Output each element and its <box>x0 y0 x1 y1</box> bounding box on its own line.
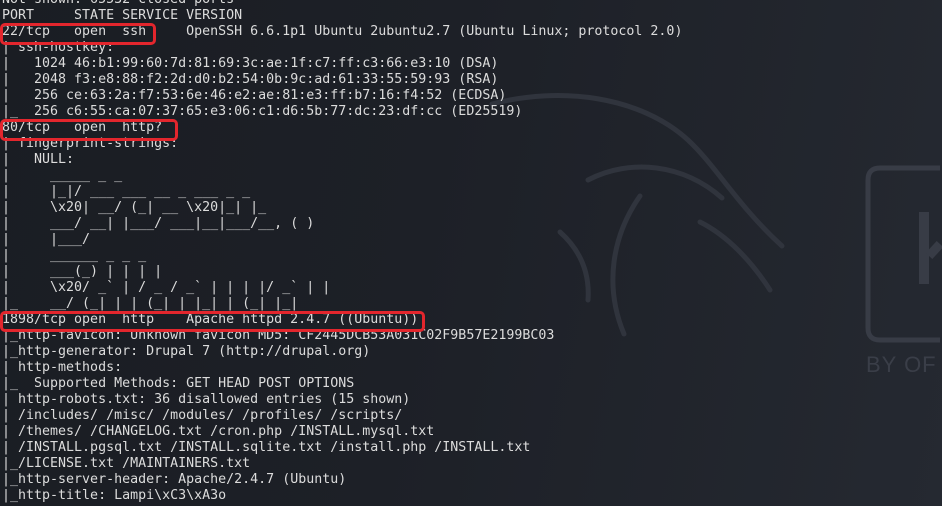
ascii-art-line: | \x20/ _` | / _ / _` | | | |/ _` | | <box>2 280 339 295</box>
hostkey-dsa-line: | 1024 46:b1:99:60:7d:81:69:3c:ae:1f:c7:… <box>2 56 499 71</box>
hostkey-rsa-line: | 2048 f3:e8:88:f2:2d:d0:b2:54:0b:9c:ad:… <box>2 72 499 87</box>
header-port: PORT <box>2 8 35 23</box>
header-state: STATE <box>74 8 115 23</box>
ascii-art-line: | ___(_) | | | | <box>2 264 171 279</box>
ascii-art-line: | ___/ __| |___/ ___|__|___/__, ( ) <box>2 216 323 231</box>
robots-entries-line: |_/LICENSE.txt /MAINTAINERS.txt <box>2 456 251 471</box>
http-server-header-line: |_http-server-header: Apache/2.4.7 (Ubun… <box>2 472 347 487</box>
fingerprint-null-line: | NULL: <box>2 152 83 167</box>
http-methods-line: | http-methods: <box>2 360 131 375</box>
http-generator-line: |_http-generator: Drupal 7 (http://drupa… <box>2 344 371 359</box>
port-table-header: PORT STATE SERVICE VERSION <box>2 8 932 24</box>
http-title-line: |_http-title: Lampi\xC3\xA3o <box>2 488 227 503</box>
header-service: SERVICE <box>122 8 179 23</box>
header-version: VERSION <box>186 8 243 23</box>
ascii-art-line: | |___/ <box>2 232 99 247</box>
ascii-art-line: |_ __/ (_| | | (_| | |_| | (_| |_| <box>2 296 299 311</box>
port-version: OpenSSH 6.6.1p1 Ubuntu 2ubuntu2.7 (Ubunt… <box>186 24 683 39</box>
http-robots-line: | http-robots.txt: 36 disallowed entries… <box>2 392 411 407</box>
hostkey-ecdsa-line: | 256 ce:63:2a:f7:53:6e:46:e2:ae:81:e3:f… <box>2 88 507 103</box>
highlight-box-ssh <box>0 23 156 45</box>
ascii-art-line: | ______ _ _ _ <box>2 248 155 263</box>
highlight-box-http-1898 <box>0 311 425 332</box>
ascii-art-line: | |_|/ ___ ___ __ _ ___ _ _ <box>2 184 259 199</box>
ascii-art-line: | \x20| __/ (_| __ \x20|_| |_ <box>2 200 275 215</box>
scan-summary: Not shown: 65532 closed ports <box>2 0 932 8</box>
hostkey-ed25519-line: |_ 256 c6:55:ca:07:37:65:e3:06:c1:d6:5b:… <box>2 104 523 119</box>
ascii-art-line: | _____ _ _ <box>2 168 131 183</box>
nmap-output: Not shown: 65532 closed ports PORT STATE S… <box>2 0 932 504</box>
robots-entries-line: | /themes/ /CHANGELOG.txt /cron.php /INS… <box>2 424 443 439</box>
robots-entries-line: | /includes/ /misc/ /modules/ /profiles/… <box>2 408 411 423</box>
supported-methods-line: |_ Supported Methods: GET HEAD POST OPTI… <box>2 376 355 391</box>
terminal-window[interactable]: BY OF Not shown: 65532 closed ports PORT… <box>0 0 942 506</box>
robots-entries-line: | /INSTALL.pgsql.txt /INSTALL.sqlite.txt… <box>2 440 539 455</box>
highlight-box-http-80 <box>0 119 178 141</box>
